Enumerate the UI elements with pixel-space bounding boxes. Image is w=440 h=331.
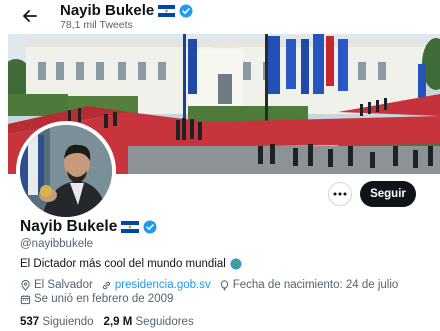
location-text: El Salvador (34, 279, 93, 291)
back-button[interactable] (20, 6, 40, 26)
follow-stats: 537 Siguiendo 2,9 M Seguidores (20, 316, 194, 328)
birthday-item: Fecha de nacimiento: 24 de julio (219, 279, 399, 291)
globe-emoji-icon (230, 258, 242, 270)
link-icon (102, 281, 110, 289)
more-horizontal-icon (333, 192, 347, 196)
followers-label: Seguidores (135, 316, 194, 328)
joined-text: Se unió en febrero de 2009 (34, 293, 174, 305)
tweet-count: 78,1 mil Tweets (60, 19, 133, 31)
joined-item: Se unió en febrero de 2009 (20, 293, 173, 305)
website-link[interactable]: presidencia.gob.sv (115, 279, 211, 291)
el-salvador-flag-icon (158, 4, 176, 17)
profile-meta-row-2: Se unió en febrero de 2009 (20, 293, 181, 305)
followers-stat[interactable]: 2,9 M Seguidores (104, 316, 194, 328)
profile-meta-row-1: El Salvador presidencia.gob.sv Fecha de … (20, 279, 406, 291)
following-count: 537 (20, 316, 40, 328)
profile-name-row: Nayib Bukele (20, 218, 157, 236)
el-salvador-flag-icon (121, 221, 140, 233)
followers-count: 2,9 M (103, 316, 133, 328)
location-item: El Salvador (20, 279, 93, 291)
header-name-row: Nayib Bukele (60, 2, 193, 19)
verified-badge-icon (179, 4, 193, 17)
birthday-text: Fecha de nacimiento: 24 de julio (232, 279, 399, 291)
profile-handle: @nayibbukele (20, 238, 94, 250)
website-item: presidencia.gob.sv (101, 279, 211, 291)
follow-button[interactable]: Seguir (360, 181, 416, 207)
following-label: Siguiendo (42, 316, 94, 328)
avatar-image (20, 125, 112, 217)
bio-text: El Dictador más cool del mundo mundial (20, 258, 226, 270)
header-name: Nayib Bukele (60, 2, 155, 19)
verified-badge-icon[interactable] (143, 220, 157, 234)
arrow-left-icon (23, 10, 37, 22)
more-options-button[interactable] (328, 182, 352, 206)
avatar[interactable] (16, 121, 116, 221)
profile-bio: El Dictador más cool del mundo mundial (20, 258, 242, 270)
top-bar: Nayib Bukele 78,1 mil Tweets (0, 0, 440, 34)
profile-name: Nayib Bukele (20, 218, 118, 235)
balloon-icon (220, 279, 228, 291)
location-pin-icon (21, 279, 30, 291)
calendar-icon (20, 294, 31, 304)
following-stat[interactable]: 537 Siguiendo (20, 316, 94, 328)
